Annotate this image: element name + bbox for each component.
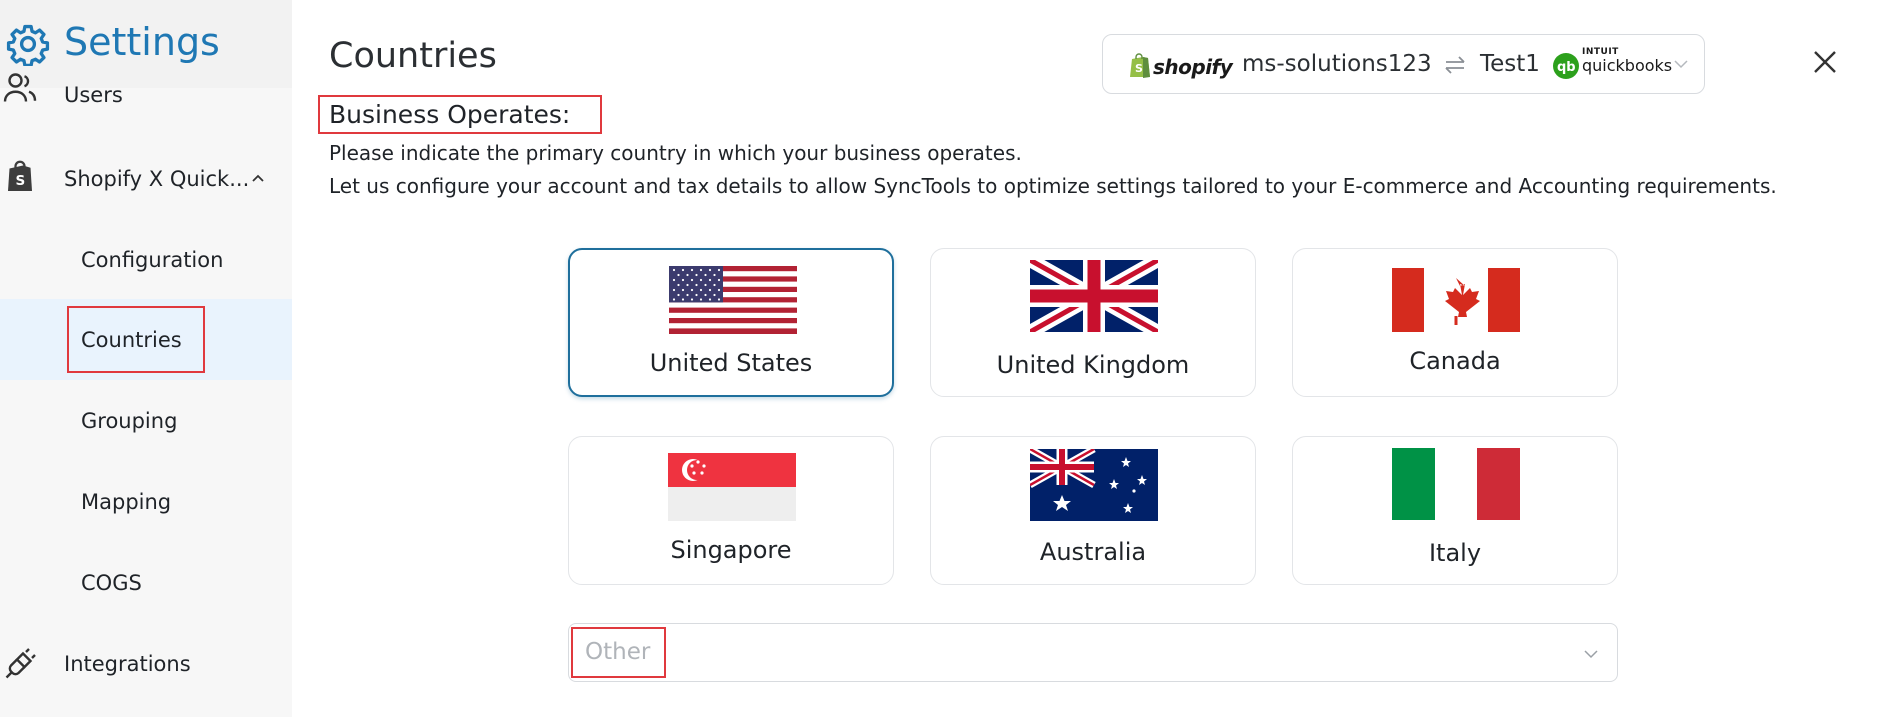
- country-card-united-states[interactable]: United States: [568, 248, 894, 397]
- sidebar-item-label: Users: [64, 83, 123, 107]
- shopify-bag-icon: S: [1130, 53, 1150, 78]
- country-name: United States: [649, 349, 813, 377]
- shopify-wordmark: shopify: [1153, 55, 1233, 79]
- quickbooks-wordmark-bottom: quickbooks: [1582, 56, 1673, 75]
- sidebar-item-label: Integrations: [64, 651, 191, 676]
- sidebar-item-label: Mapping: [81, 489, 172, 514]
- sidebar: Settings Users S Shopify X Quick... Conf…: [0, 0, 292, 717]
- sidebar-item-label: Grouping: [81, 408, 178, 433]
- svg-text:qb: qb: [1557, 60, 1576, 75]
- country-card-australia[interactable]: Australia: [930, 436, 1256, 585]
- country-name: Australia: [1039, 538, 1147, 566]
- chevron-up-icon[interactable]: [250, 171, 266, 187]
- sidebar-item-label: COGS: [81, 570, 142, 595]
- sidebar-item-shopify-x-quickbooks[interactable]: S Shopify X Quick...: [0, 138, 292, 219]
- country-name: Singapore: [670, 536, 792, 564]
- singapore-flag-icon: [668, 453, 796, 521]
- country-card-canada[interactable]: Canada: [1292, 248, 1618, 397]
- us-flag-icon: [669, 266, 797, 334]
- chevron-down-icon[interactable]: [1673, 58, 1689, 70]
- svg-text:S: S: [16, 173, 26, 189]
- country-name: Canada: [1409, 347, 1501, 375]
- connection-selector[interactable]: S shopify ms-solutions123 Test1 qb INTUI…: [1102, 34, 1705, 94]
- canada-flag-icon: [1392, 268, 1520, 332]
- country-name: United Kingdom: [996, 351, 1190, 379]
- sidebar-item-users[interactable]: Users: [0, 58, 292, 118]
- users-icon: [3, 73, 37, 102]
- country-card-united-kingdom[interactable]: United Kingdom: [930, 248, 1256, 397]
- plug-icon: [5, 648, 36, 679]
- sidebar-item-integrations[interactable]: Integrations: [0, 623, 292, 704]
- sidebar-item-label: Shopify X Quick...: [64, 166, 250, 191]
- sidebar-item-grouping[interactable]: Grouping: [0, 380, 292, 461]
- country-name: Italy: [1428, 539, 1482, 567]
- section-title: Business Operates:: [329, 100, 571, 129]
- country-card-singapore[interactable]: Singapore: [568, 436, 894, 585]
- company-name: Test1: [1480, 51, 1540, 77]
- swap-arrows-icon: [1445, 56, 1465, 74]
- highlight-box: [67, 306, 205, 373]
- quickbooks-wordmark: INTUIT quickbooks: [1582, 48, 1672, 74]
- chevron-down-icon[interactable]: [1583, 648, 1599, 660]
- shopify-bag-icon: S: [8, 160, 32, 191]
- description-line-1: Please indicate the primary country in w…: [329, 141, 1022, 165]
- italy-flag-icon: [1392, 448, 1520, 520]
- svg-text:S: S: [1135, 62, 1143, 75]
- sidebar-item-configuration[interactable]: Configuration: [0, 219, 292, 300]
- highlight-box: [571, 627, 666, 678]
- store-name: ms-solutions123: [1242, 51, 1432, 77]
- page-title: Countries: [329, 36, 497, 76]
- uk-flag-icon: [1030, 260, 1158, 332]
- close-icon[interactable]: [1812, 49, 1838, 75]
- australia-flag-icon: [1030, 449, 1158, 521]
- other-country-select[interactable]: Other: [568, 623, 1618, 682]
- sidebar-item-label: Configuration: [81, 247, 224, 272]
- sidebar-item-cogs[interactable]: COGS: [0, 542, 292, 623]
- quickbooks-logo-icon: qb: [1553, 53, 1579, 79]
- sidebar-item-mapping[interactable]: Mapping: [0, 461, 292, 542]
- country-card-italy[interactable]: Italy: [1292, 436, 1618, 585]
- description-line-2: Let us configure your account and tax de…: [329, 174, 1777, 198]
